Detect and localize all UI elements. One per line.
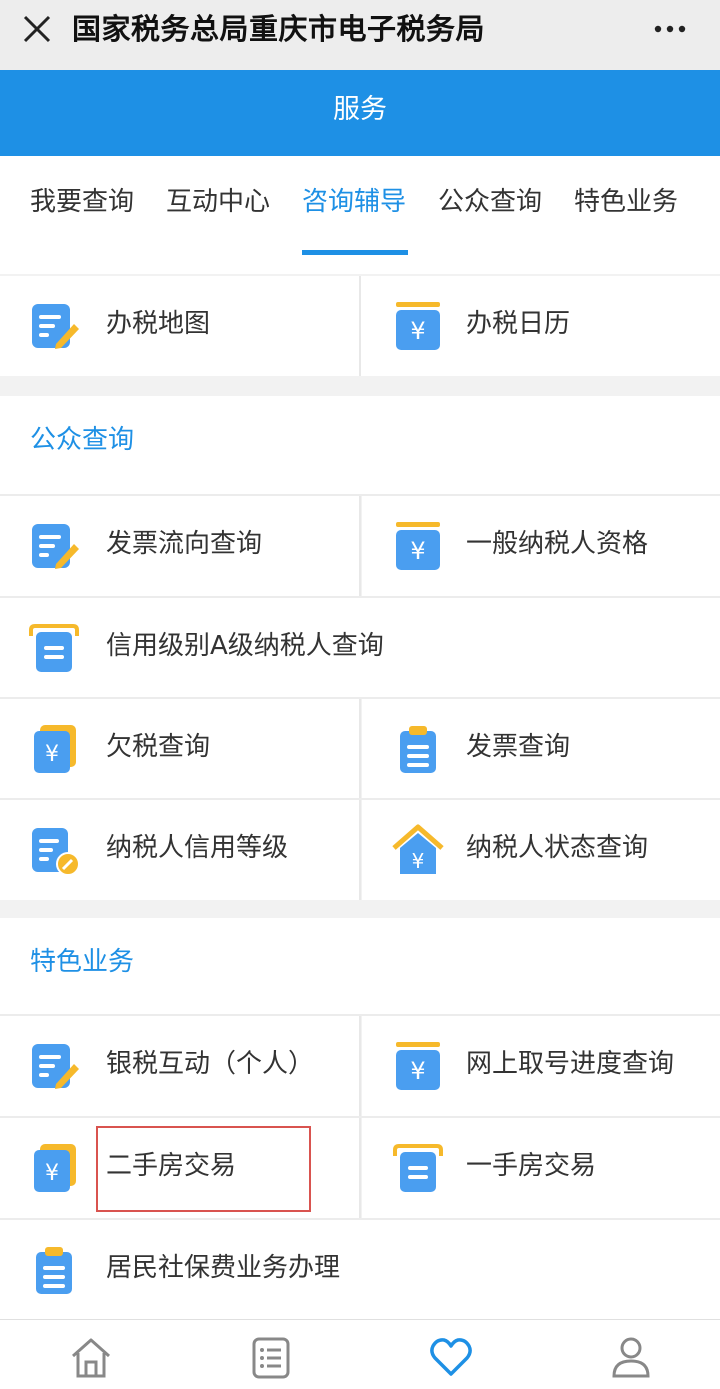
clipboard-icon bbox=[36, 1247, 72, 1294]
tab-my-query[interactable]: 我要查询 bbox=[30, 184, 134, 220]
section-title: 公众查询 bbox=[30, 425, 135, 455]
service-item-label: 银税互动（个人） bbox=[106, 1049, 315, 1079]
service-item-label: 办税日历 bbox=[466, 309, 571, 339]
service-item-credit-level[interactable]: 纳税人信用等级 bbox=[0, 800, 360, 900]
more-dots-icon[interactable] bbox=[650, 12, 690, 46]
svg-text:¥: ¥ bbox=[45, 1161, 59, 1186]
document-tray-icon bbox=[393, 1144, 443, 1192]
tab-public-query[interactable]: 公众查询 bbox=[438, 184, 542, 220]
divider bbox=[359, 1016, 361, 1116]
service-item-label: 办税地图 bbox=[106, 309, 211, 339]
divider bbox=[359, 496, 361, 596]
heart-icon[interactable] bbox=[428, 1334, 474, 1380]
doc-badge-icon bbox=[32, 828, 80, 876]
yuan-house-icon: ¥ bbox=[392, 824, 444, 874]
service-item-label: 纳税人信用等级 bbox=[106, 833, 289, 863]
page-title: 服务 bbox=[333, 94, 387, 125]
svg-text:¥: ¥ bbox=[410, 1057, 425, 1085]
service-item-label: 纳税人状态查询 bbox=[466, 833, 649, 863]
bottom-nav bbox=[0, 1319, 720, 1389]
service-item-new-house[interactable]: 一手房交易 bbox=[362, 1118, 720, 1218]
yuan-calendar-icon: ¥ bbox=[396, 1042, 440, 1090]
service-item-invoice-flow[interactable]: 发票流向查询 bbox=[0, 496, 360, 596]
title-bar: 国家税务总局重庆市电子税务局 bbox=[0, 0, 720, 70]
yuan-calendar-icon: ¥ bbox=[396, 302, 440, 350]
svg-text:¥: ¥ bbox=[410, 317, 425, 345]
tab-bar: 我要查询 互动中心 咨询辅导 公众查询 特色业务 bbox=[0, 156, 720, 274]
close-icon[interactable] bbox=[20, 12, 54, 46]
service-item-label: 一般纳税人资格 bbox=[466, 529, 649, 559]
document-tray-icon bbox=[29, 624, 79, 672]
edit-form-icon bbox=[32, 304, 79, 349]
highlight-box bbox=[96, 1126, 311, 1212]
tab-special-business[interactable]: 特色业务 bbox=[574, 184, 678, 220]
clipboard-icon bbox=[400, 726, 436, 773]
edit-form-icon bbox=[32, 524, 79, 569]
user-icon[interactable] bbox=[608, 1334, 654, 1380]
service-item-tax-calendar[interactable]: ¥ 办税日历 bbox=[362, 276, 720, 376]
svg-text:¥: ¥ bbox=[412, 849, 425, 873]
service-item-credit-a-taxpayer[interactable]: 信用级别A级纳税人查询 bbox=[0, 598, 720, 698]
section-title: 特色业务 bbox=[30, 947, 135, 977]
yuan-calendar-icon: ¥ bbox=[396, 522, 440, 570]
yuan-card-icon: ¥ bbox=[34, 1144, 76, 1192]
service-item-label: 一手房交易 bbox=[466, 1151, 597, 1181]
home-icon[interactable] bbox=[68, 1334, 114, 1380]
tab-consult-guide[interactable]: 咨询辅导 bbox=[302, 184, 406, 220]
service-item-tax-map[interactable]: 办税地图 bbox=[0, 276, 360, 376]
divider bbox=[359, 1118, 361, 1218]
service-item-label: 网上取号进度查询 bbox=[466, 1049, 675, 1079]
service-item-label: 居民社保费业务办理 bbox=[106, 1253, 341, 1283]
tab-interaction-center[interactable]: 互动中心 bbox=[166, 184, 270, 220]
yuan-card-icon: ¥ bbox=[34, 725, 76, 773]
service-item-bank-tax-interaction[interactable]: 银税互动（个人） bbox=[0, 1016, 360, 1116]
svg-text:¥: ¥ bbox=[45, 742, 59, 767]
service-item-label: 欠税查询 bbox=[106, 732, 211, 762]
service-item-queue-progress[interactable]: ¥ 网上取号进度查询 bbox=[362, 1016, 720, 1116]
page-header: 服务 bbox=[0, 70, 720, 156]
divider bbox=[359, 800, 361, 900]
divider bbox=[359, 699, 361, 799]
service-item-social-insurance[interactable]: 居民社保费业务办理 bbox=[0, 1220, 720, 1320]
service-item-general-taxpayer[interactable]: ¥ 一般纳税人资格 bbox=[362, 496, 720, 596]
service-item-tax-arrears[interactable]: ¥ 欠税查询 bbox=[0, 699, 360, 799]
list-icon[interactable] bbox=[248, 1334, 294, 1380]
section-header-special-business: 特色业务 bbox=[0, 918, 720, 1014]
divider bbox=[359, 276, 361, 376]
section-header-public-query: 公众查询 bbox=[0, 396, 720, 494]
active-tab-indicator bbox=[302, 250, 408, 255]
window-title: 国家税务总局重庆市电子税务局 bbox=[72, 12, 486, 46]
service-item-label: 发票查询 bbox=[466, 732, 571, 762]
service-item-invoice-query[interactable]: 发票查询 bbox=[362, 699, 720, 799]
svg-text:¥: ¥ bbox=[410, 537, 425, 565]
service-item-label: 信用级别A级纳税人查询 bbox=[106, 631, 384, 661]
service-item-taxpayer-status[interactable]: ¥ 纳税人状态查询 bbox=[362, 800, 720, 900]
service-item-label: 发票流向查询 bbox=[106, 529, 263, 559]
edit-form-icon bbox=[32, 1044, 79, 1089]
